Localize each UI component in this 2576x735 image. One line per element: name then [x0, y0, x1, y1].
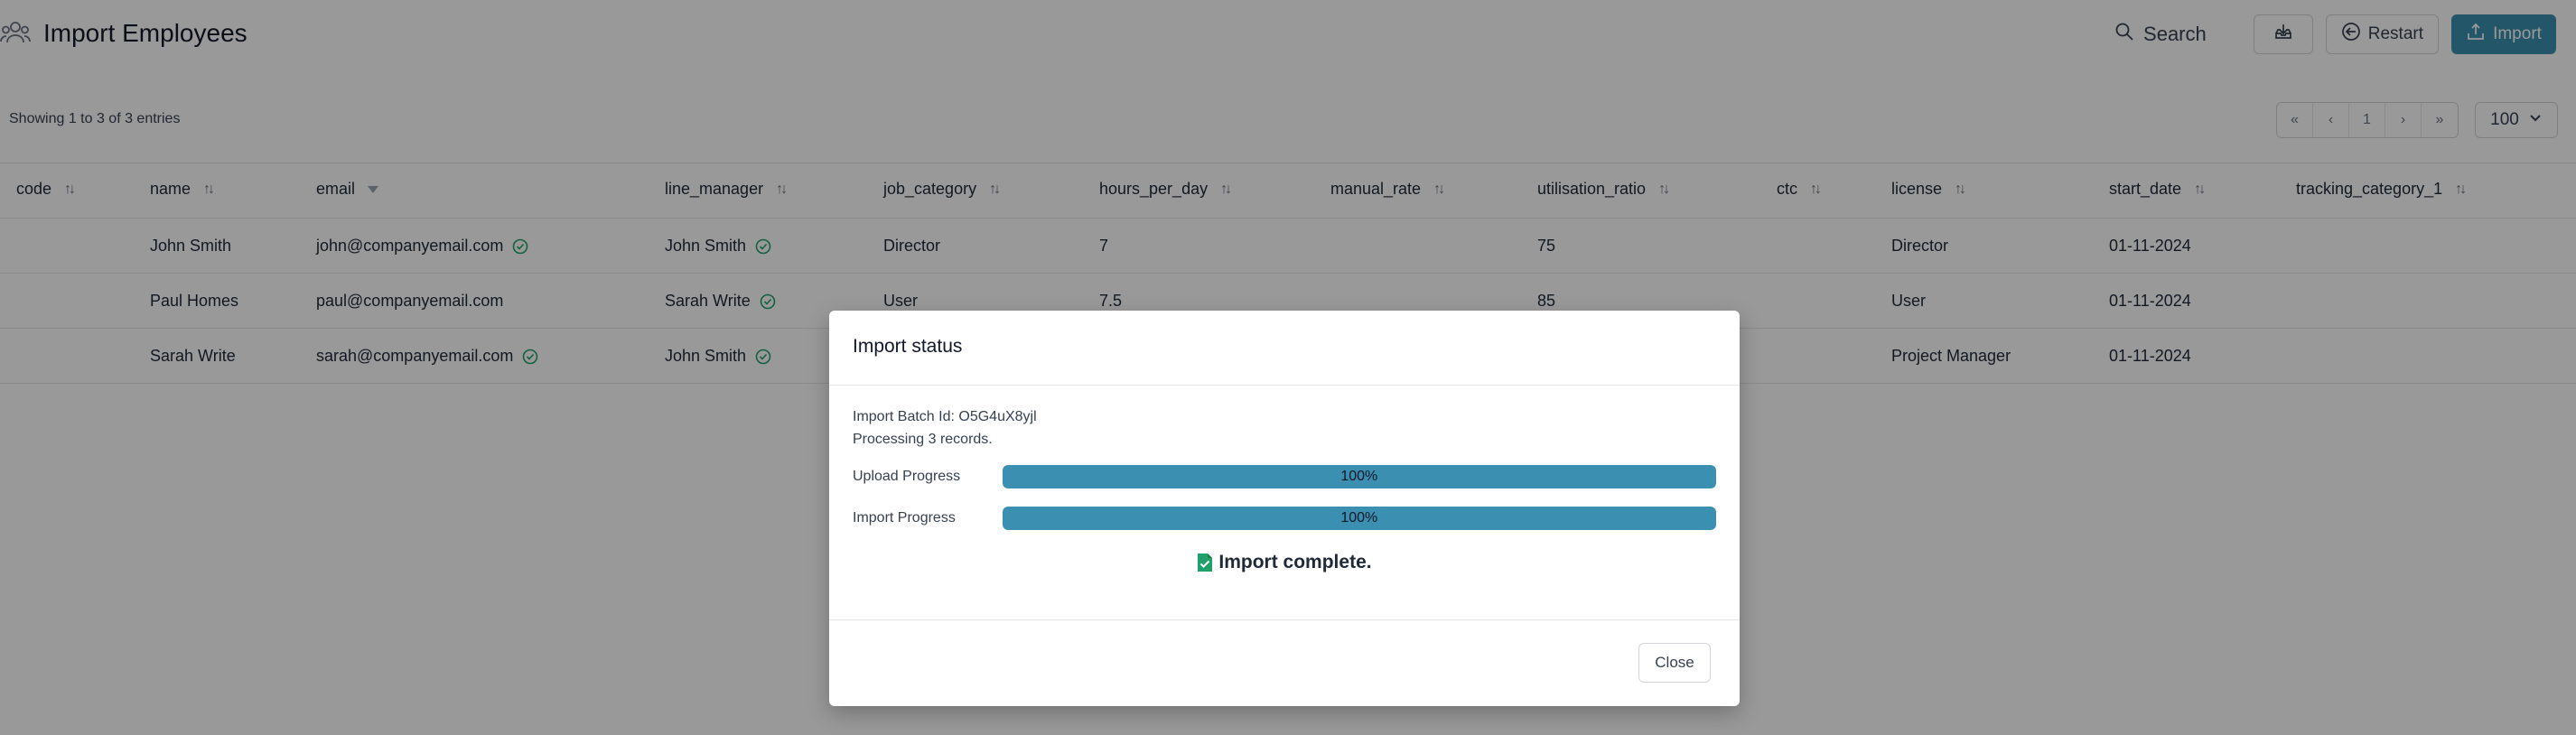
import-progress-row: Import Progress 100%: [853, 507, 1716, 530]
import-progress-percent: 100%: [1340, 510, 1378, 526]
import-complete-message: Import complete.: [853, 552, 1716, 573]
close-button[interactable]: Close: [1638, 643, 1711, 683]
import-progress-label: Import Progress: [853, 510, 956, 526]
import-complete-text: Import complete.: [1218, 552, 1372, 572]
upload-progress-row: Upload Progress 100%: [853, 465, 1716, 488]
modal-body: Import Batch Id: O5G4uX8yjl Processing 3…: [829, 386, 1740, 620]
processing-text: Processing 3 records.: [853, 432, 993, 447]
modal-footer: Close: [1638, 643, 1711, 683]
upload-progress-label: Upload Progress: [853, 469, 961, 484]
modal-title: Import status: [853, 336, 963, 357]
import-employees-page: Import Employees Search Restart Import S…: [0, 0, 2576, 735]
import-status-modal: Import status Import Batch Id: O5G4uX8yj…: [829, 311, 1740, 706]
import-progress-bar: 100%: [1002, 507, 1716, 530]
batch-id-text: Import Batch Id: O5G4uX8yjl: [853, 409, 1037, 424]
modal-header: Import status: [829, 311, 1740, 386]
document-check-icon: [1197, 553, 1213, 572]
upload-progress-bar: 100%: [1002, 465, 1716, 488]
upload-progress-percent: 100%: [1340, 469, 1378, 484]
